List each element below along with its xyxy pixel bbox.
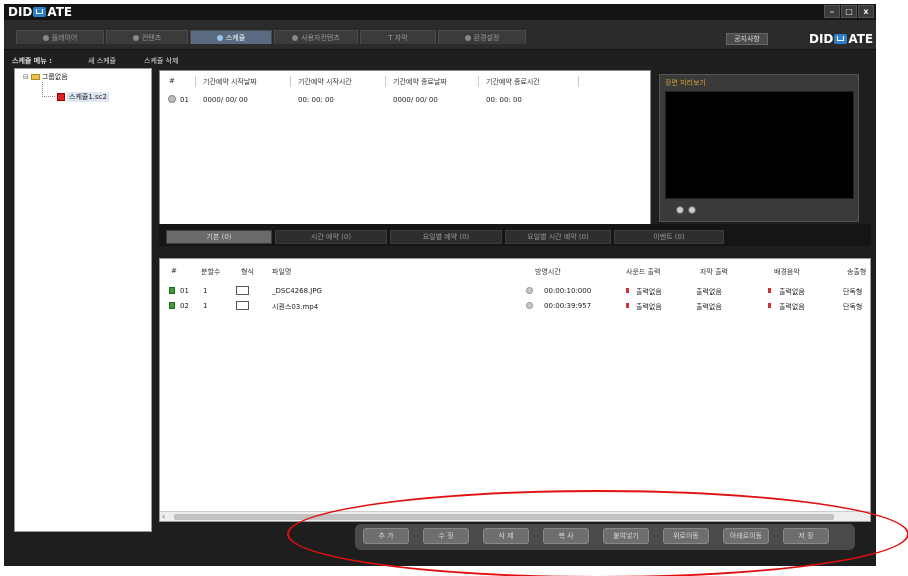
clock-icon <box>526 287 533 294</box>
table-row[interactable]: 02 1 시퀀스03.mp4 00:00:39:957 출력없음 출력없음 출력… <box>160 300 870 312</box>
tree-schedule-item[interactable]: 스케쥴1.sc2 <box>57 92 109 102</box>
notice-button[interactable]: 공지사항 <box>726 33 768 45</box>
user-content-icon <box>292 34 299 41</box>
edit-button[interactable]: 수 정 <box>423 528 469 544</box>
clock-icon <box>168 95 176 103</box>
delete-button[interactable]: 삭 제 <box>483 528 529 544</box>
format-checkbox[interactable] <box>236 286 249 295</box>
preview-title: 장면 미리보기 <box>665 79 706 87</box>
horizontal-scrollbar[interactable]: ‹ <box>160 511 870 521</box>
close-button[interactable]: x <box>858 5 874 18</box>
preview-screen <box>665 91 854 199</box>
tab-settings[interactable]: 환경설정 <box>438 30 526 44</box>
schedule-menu-bar: 스케쥴 메뉴 : 새 스케쥴 스케쥴 삭제 <box>4 51 876 68</box>
tab-schedule[interactable]: 스케쥴 <box>190 30 272 44</box>
clock-icon <box>526 302 533 309</box>
scrollbar-thumb[interactable] <box>174 514 834 520</box>
brand-logo: DID ATE <box>809 32 874 46</box>
tab-weekday-reservation[interactable]: 요일별 예약 (0) <box>390 230 502 244</box>
player-icon <box>42 34 49 41</box>
new-schedule-link[interactable]: 새 스케쥴 <box>88 56 116 66</box>
content-icon <box>132 34 139 41</box>
action-button-bar: 추 가 수 정 삭 제 복 사 붙여넣기 위로이동 아래로이동 저 장 <box>355 524 855 550</box>
schedule-tree: ⊟ 그룹없음 스케쥴1.sc2 <box>14 68 152 532</box>
tab-time-reservation[interactable]: 시간 예약 (0) <box>275 230 387 244</box>
content-list: # 분할수 형식 파일명 방영시간 사운드 출력 자막 출력 배경음악 송출형 … <box>159 258 871 522</box>
settings-icon <box>464 34 471 41</box>
speaker-icon <box>768 303 771 308</box>
speaker-icon <box>626 288 629 293</box>
speaker-icon <box>768 288 771 293</box>
film-icon <box>169 287 175 294</box>
tab-user-content[interactable]: 사용자컨텐츠 <box>274 30 358 44</box>
period-schedule-table: # 기간예약 시작날짜 기간예약 시작시간 기간예약 종료날짜 기간예약 종료시… <box>159 70 651 226</box>
logo-mark-icon <box>834 34 848 44</box>
schedule-type-tabs: 기본 (0) 시간 예약 (0) 요일별 예약 (0) 요일별 시간 예약 (0… <box>159 224 871 246</box>
folder-icon <box>30 74 40 80</box>
main-tab-bar: 플레이어 컨텐츠 스케쥴 사용자컨텐츠 T 자막 환경설정 공지사항 <box>4 20 876 50</box>
move-down-button[interactable]: 아래로이동 <box>723 528 769 544</box>
tab-player[interactable]: 플레이어 <box>16 30 104 44</box>
tab-basic[interactable]: 기본 (0) <box>166 230 272 244</box>
tree-group-node[interactable]: ⊟ 그룹없음 <box>23 72 68 82</box>
add-button[interactable]: 추 가 <box>363 528 409 544</box>
format-checkbox[interactable] <box>236 301 249 310</box>
app-logo: DID ATE <box>8 5 73 19</box>
delete-schedule-link[interactable]: 스케쥴 삭제 <box>144 56 178 66</box>
logo-mark-icon <box>33 7 47 17</box>
paste-button[interactable]: 붙여넣기 <box>603 528 649 544</box>
save-button[interactable]: 저 장 <box>783 528 829 544</box>
film-icon <box>169 302 175 309</box>
schedule-menu-label: 스케쥴 메뉴 : <box>12 57 52 65</box>
clock-icon <box>216 34 223 41</box>
move-up-button[interactable]: 위로이동 <box>663 528 709 544</box>
tab-caption[interactable]: T 자막 <box>360 30 436 44</box>
tab-weekday-time-reservation[interactable]: 요일별 시간 예약 (0) <box>505 230 611 244</box>
maximize-button[interactable]: □ <box>841 5 857 18</box>
speaker-icon <box>626 303 629 308</box>
minimize-button[interactable]: – <box>824 5 840 18</box>
scene-preview-panel: 장면 미리보기 <box>659 74 859 222</box>
stop-icon[interactable] <box>688 206 696 214</box>
copy-button[interactable]: 복 사 <box>543 528 589 544</box>
tab-content[interactable]: 컨텐츠 <box>106 30 188 44</box>
table-row[interactable]: 01 1 _DSC4268.JPG 00:00:10:000 출력없음 출력없음… <box>160 285 870 297</box>
scroll-left-icon[interactable]: ‹ <box>162 512 165 521</box>
schedule-file-icon <box>57 93 65 101</box>
title-bar: DID ATE – □ x <box>4 4 876 20</box>
play-icon[interactable] <box>676 206 684 214</box>
tab-event[interactable]: 이벤트 (0) <box>614 230 724 244</box>
